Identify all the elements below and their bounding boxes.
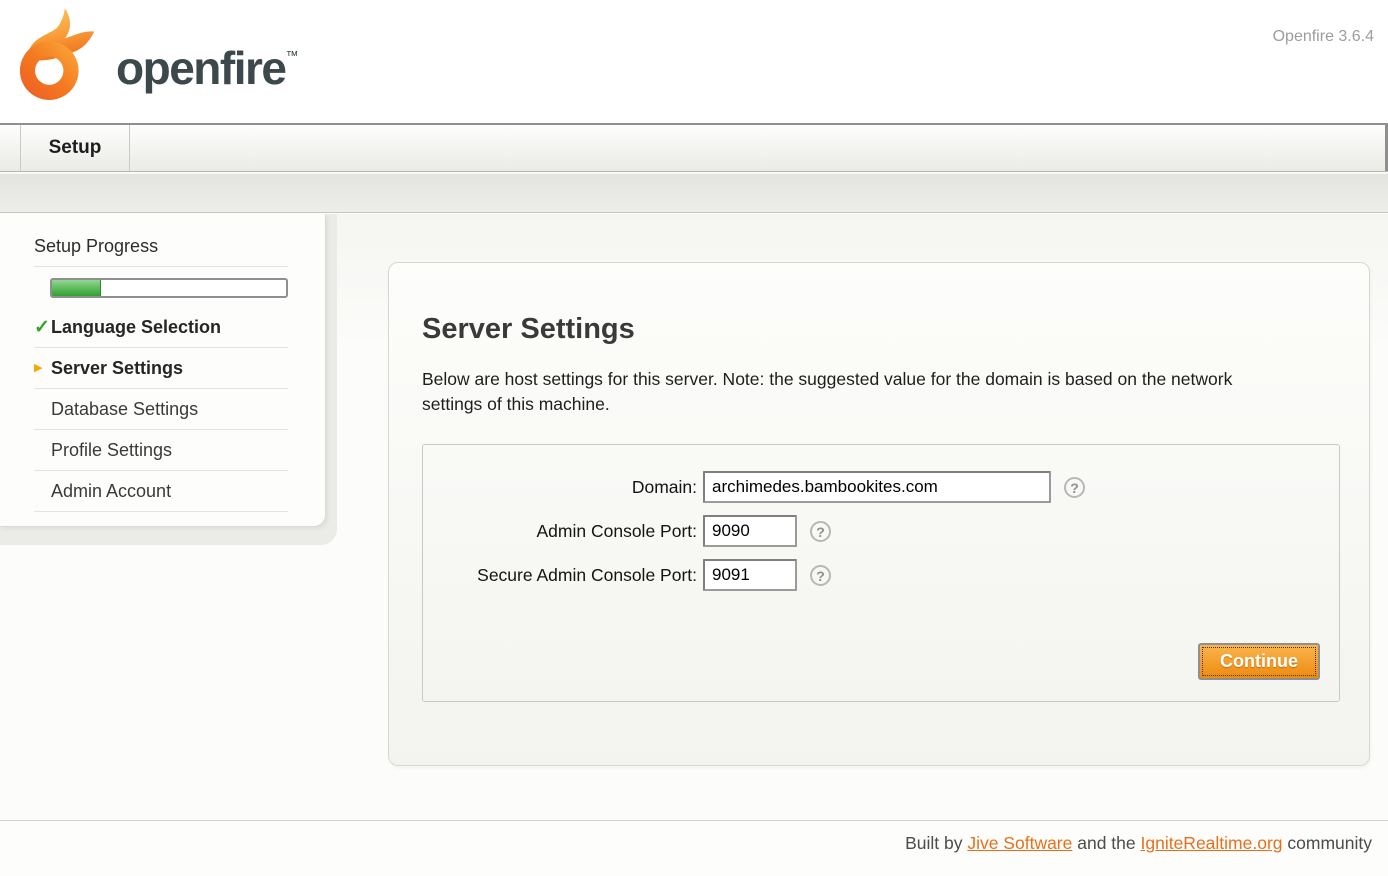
logo-wordmark: openfire™ xyxy=(116,19,298,91)
sidebar-item-database-settings: Database Settings xyxy=(34,389,288,430)
server-settings-panel: Server Settings Below are host settings … xyxy=(388,262,1370,766)
jive-software-link[interactable]: Jive Software xyxy=(967,833,1072,853)
progress-bar-fill xyxy=(52,280,101,296)
check-icon: ✓ xyxy=(34,318,51,337)
progress-bar xyxy=(50,278,288,298)
version-label: Openfire 3.6.4 xyxy=(1273,28,1374,46)
footer-suffix: community xyxy=(1283,833,1372,853)
domain-label: Domain: xyxy=(423,477,697,498)
openfire-setup-page: openfire™ Openfire 3.6.4 Setup Setup Pro… xyxy=(0,0,1388,876)
igniterealtime-link[interactable]: IgniteRealtime.org xyxy=(1141,833,1283,853)
form-row-admin-console-port: Admin Console Port: ? xyxy=(423,515,1339,547)
sidebar-item-profile-settings: Profile Settings xyxy=(34,430,288,471)
tab-bar: Setup xyxy=(0,123,1388,172)
header: openfire™ Openfire 3.6.4 xyxy=(0,0,1388,123)
sidebar-item-label: Admin Account xyxy=(51,481,171,502)
help-icon[interactable]: ? xyxy=(810,521,831,542)
sidebar-item-label: Profile Settings xyxy=(51,440,172,461)
sub-nav-bar xyxy=(0,173,1388,213)
domain-input[interactable] xyxy=(703,471,1051,503)
footer-credit: Built by Jive Software and the IgniteRea… xyxy=(905,833,1372,854)
setup-steps-list: ✓ Language Selection ▶ Server Settings D… xyxy=(34,307,288,512)
content-area: Setup Progress ✓ Language Selection ▶ Se… xyxy=(0,214,1388,820)
admin-console-port-input[interactable] xyxy=(703,515,797,547)
flame-icon xyxy=(16,6,104,104)
sidebar-item-label: Language Selection xyxy=(51,317,221,338)
tab-setup[interactable]: Setup xyxy=(20,125,130,171)
secure-admin-console-port-input[interactable] xyxy=(703,559,797,591)
footer-prefix: Built by xyxy=(905,833,967,853)
admin-console-port-label: Admin Console Port: xyxy=(423,521,697,542)
sidebar-item-label: Database Settings xyxy=(51,399,198,420)
form-row-secure-admin-console-port: Secure Admin Console Port: ? xyxy=(423,559,1339,591)
sidebar-item-label: Server Settings xyxy=(51,358,183,379)
setup-progress-sidebar: Setup Progress ✓ Language Selection ▶ Se… xyxy=(0,214,326,527)
sidebar-item-server-settings: ▶ Server Settings xyxy=(34,348,288,389)
arrow-right-icon: ▶ xyxy=(34,363,51,374)
help-icon[interactable]: ? xyxy=(810,565,831,586)
sidebar-item-admin-account: Admin Account xyxy=(34,471,288,512)
page-description: Below are host settings for this server.… xyxy=(422,367,1289,417)
server-settings-form: Domain: ? Admin Console Port: ? Secure A… xyxy=(422,444,1340,702)
footer-middle: and the xyxy=(1072,833,1140,853)
form-row-domain: Domain: ? xyxy=(423,471,1339,503)
help-icon[interactable]: ? xyxy=(1064,477,1085,498)
page-title: Server Settings xyxy=(422,313,1369,346)
sidebar-title: Setup Progress xyxy=(34,236,288,267)
secure-admin-console-port-label: Secure Admin Console Port: xyxy=(423,565,697,586)
trademark-symbol: ™ xyxy=(285,48,298,63)
continue-button[interactable]: Continue xyxy=(1198,643,1320,680)
sidebar-item-language-selection: ✓ Language Selection xyxy=(34,307,288,348)
footer: Built by Jive Software and the IgniteRea… xyxy=(0,820,1388,876)
openfire-logo: openfire™ xyxy=(16,6,298,104)
